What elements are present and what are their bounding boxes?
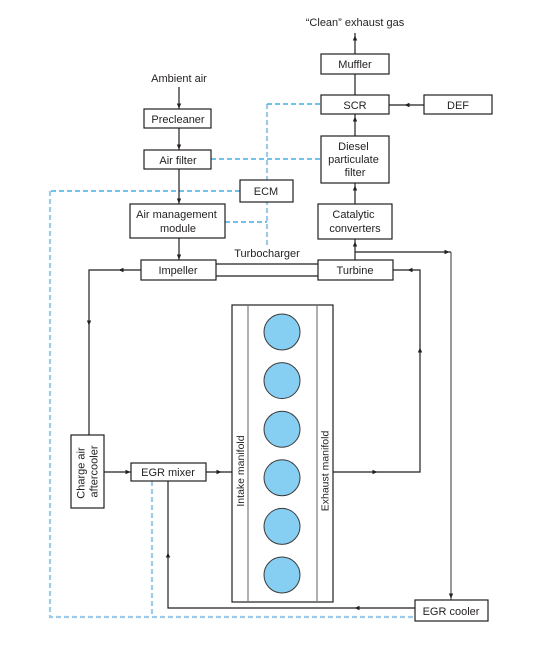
scr-box: SCR (320, 94, 390, 115)
flow-arrow-down-icon (176, 254, 182, 260)
turbine-label: Turbine (337, 265, 374, 277)
intake-manifold-label: Intake manifold (235, 435, 247, 506)
ecm-box: ECM (239, 179, 294, 203)
flow-arrow-right-icon (216, 469, 222, 475)
egr-cooler-box: EGR cooler (414, 599, 489, 622)
precleaner-label: Precleaner (151, 114, 205, 126)
flow-arrow-left-icon (118, 267, 124, 273)
def-box: DEF (423, 94, 493, 115)
ambient-air-label: Ambient air (151, 73, 207, 85)
clean-exhaust-label: “Clean” exhaust gas (306, 17, 405, 29)
air-management-module-box: Air management module (129, 203, 226, 239)
egr-mixer-box: EGR mixer (130, 462, 207, 482)
catalytic-converters-box: Catalytic converters (317, 203, 393, 240)
ecm-label: ECM (254, 186, 278, 198)
cylinder (263, 362, 301, 400)
egr-mixer-label: EGR mixer (141, 467, 195, 479)
flow-arrow-left-icon (354, 605, 360, 611)
flow-arrow-down-icon (86, 320, 92, 326)
flow-arrow-up-icon (417, 347, 423, 353)
flow-arrow-down-icon (176, 144, 182, 150)
turbocharger-label: Turbocharger (234, 248, 300, 260)
flow-arrow-down-icon (176, 198, 182, 204)
exhaust-manifold-label: Exhaust manifold (320, 431, 332, 512)
impeller-aftercooler-line (88, 269, 141, 435)
def-label: DEF (447, 100, 469, 112)
flow-arrow-down-icon (448, 593, 454, 599)
cylinder (263, 313, 301, 351)
turbine-box: Turbine (317, 259, 394, 281)
flow-arrow-up-icon (352, 185, 358, 191)
scr-label: SCR (343, 100, 366, 112)
flow-arrow-up-icon (165, 552, 171, 558)
cylinder (263, 507, 301, 545)
exhaust-manifold-turbine-line (333, 269, 421, 473)
flow-arrow-left-icon (404, 102, 410, 108)
cylinder (263, 410, 301, 448)
flow-arrow-up-icon (352, 241, 358, 247)
muffler-label: Muffler (338, 59, 372, 71)
air-filter-label: Air filter (159, 155, 197, 167)
flow-arrow-left-icon (407, 267, 413, 273)
air-filter-box: Air filter (143, 149, 212, 170)
impeller-label: Impeller (158, 265, 197, 277)
flow-arrow-down-icon (176, 103, 182, 109)
charge-air-aftercooler-box: Charge air aftercooler (70, 434, 105, 509)
diesel-particulate-filter-box: Diesel particulate filter (320, 135, 390, 184)
flow-arrow-right-icon (372, 469, 378, 475)
flow-arrow-up-icon (352, 35, 358, 41)
engine-airflow-diagram: “Clean” exhaust gas Ambient air Turbocha… (48, 17, 493, 622)
cylinder (263, 459, 301, 497)
precleaner-box: Precleaner (143, 108, 212, 129)
impeller-box: Impeller (140, 259, 217, 281)
flow-arrow-up-icon (352, 116, 358, 122)
muffler-box: Muffler (320, 53, 390, 75)
engine-block: Intake manifold Exhaust manifold (231, 304, 334, 603)
cylinder (263, 556, 301, 594)
charge-air-aftercooler-label: Charge air aftercooler (76, 444, 101, 498)
flow-arrow-right-icon (125, 469, 131, 475)
flow-arrow-right-icon (444, 249, 450, 255)
egr-cooler-label: EGR cooler (423, 606, 480, 618)
